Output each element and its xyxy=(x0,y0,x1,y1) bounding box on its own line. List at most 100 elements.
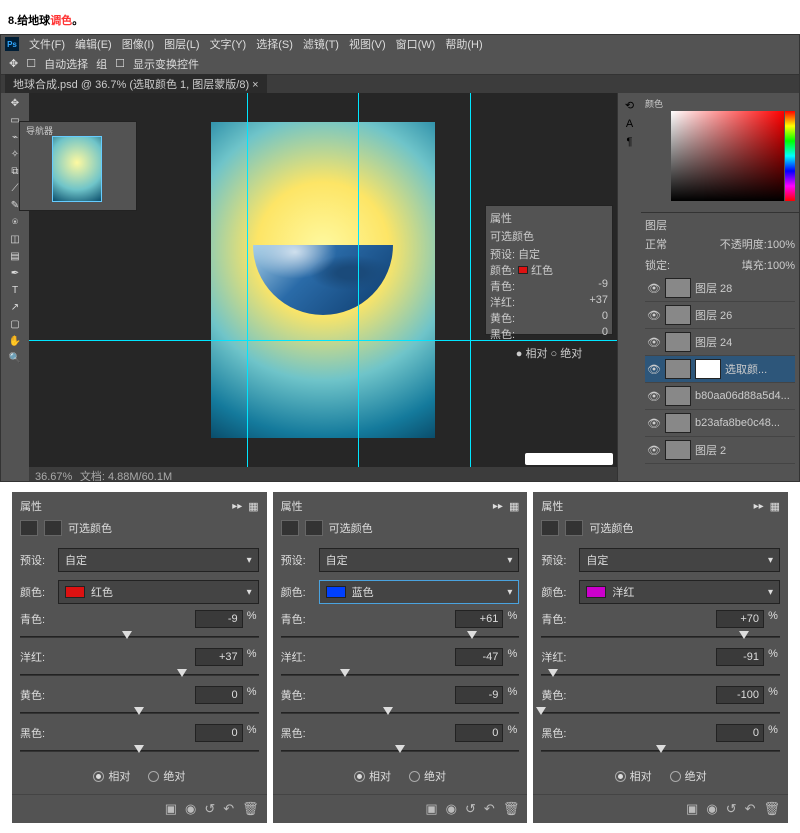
view-icon[interactable]: ◉ xyxy=(185,801,196,817)
layers-panel[interactable]: 图层 正常 不透明度:100% 锁定: 填充:100% 👁图层 28 👁图层 2… xyxy=(641,213,799,481)
slider-track[interactable] xyxy=(281,630,520,644)
absolute-radio[interactable]: 绝对 xyxy=(409,768,446,784)
layer-row[interactable]: 👁b23afa8be0c48... xyxy=(645,410,795,437)
reset-icon[interactable]: ↺ xyxy=(726,801,737,817)
color-select[interactable]: 蓝色▾ xyxy=(319,580,520,604)
menu-item[interactable]: 图像(I) xyxy=(122,36,154,52)
layer-row[interactable]: 👁图层 2 xyxy=(645,437,795,464)
pen-tool-icon[interactable]: ✒ xyxy=(4,265,26,281)
clip-icon[interactable]: ▣ xyxy=(686,801,698,817)
hand-tool-icon[interactable]: ✋ xyxy=(4,333,26,349)
relative-radio[interactable]: 相对 xyxy=(354,768,391,784)
layer-row[interactable]: 👁图层 28 xyxy=(645,275,795,302)
menu-item[interactable]: 文字(Y) xyxy=(210,36,247,52)
slider-track[interactable] xyxy=(20,668,259,682)
slider-track[interactable] xyxy=(20,630,259,644)
menu-item[interactable]: 帮助(H) xyxy=(445,36,482,52)
menu-item[interactable]: 图层(L) xyxy=(164,36,199,52)
clip-icon[interactable]: ▣ xyxy=(165,801,177,817)
layer-row[interactable]: 👁b80aa06d88a5d4... xyxy=(645,383,795,410)
panel-menu-icon[interactable]: ▦ xyxy=(509,500,519,513)
slider-value-input[interactable]: 0 xyxy=(195,724,243,742)
slider-thumb-icon[interactable] xyxy=(739,631,749,639)
menu-item[interactable]: 滤镜(T) xyxy=(303,36,339,52)
slider-thumb-icon[interactable] xyxy=(395,745,405,753)
text-tool-icon[interactable]: T xyxy=(4,282,26,298)
slider-value-input[interactable]: -47 xyxy=(455,648,503,666)
view-icon[interactable]: ◉ xyxy=(446,801,457,817)
preset-select[interactable]: 自定▾ xyxy=(319,548,520,572)
slider-thumb-icon[interactable] xyxy=(467,631,477,639)
slider-track[interactable] xyxy=(281,706,520,720)
zoom-tool-icon[interactable]: 🔍 xyxy=(4,350,26,366)
slider-value-input[interactable]: -91 xyxy=(716,648,764,666)
shape-tool-icon[interactable]: ▢ xyxy=(4,316,26,332)
trash-icon[interactable]: 🗑 xyxy=(764,801,781,817)
zoom-level[interactable]: 36.67% xyxy=(35,471,72,482)
guide-vertical[interactable] xyxy=(358,93,359,467)
guide-vertical[interactable] xyxy=(470,93,471,467)
move-tool-icon[interactable]: ✥ xyxy=(4,95,26,111)
slider-value-input[interactable]: +37 xyxy=(195,648,243,666)
slider-value-input[interactable]: 0 xyxy=(195,686,243,704)
slider-value-input[interactable]: +61 xyxy=(455,610,503,628)
path-tool-icon[interactable]: ↗ xyxy=(4,299,26,315)
layer-row[interactable]: 👁图层 24 xyxy=(645,329,795,356)
panel-menu-icon[interactable]: ▦ xyxy=(248,500,258,513)
guide-vertical[interactable] xyxy=(247,93,248,467)
slider-thumb-icon[interactable] xyxy=(177,669,187,677)
absolute-radio[interactable]: 绝对 xyxy=(148,768,185,784)
panel-menu-icon[interactable]: ▦ xyxy=(770,500,780,513)
slider-thumb-icon[interactable] xyxy=(134,745,144,753)
prev-icon[interactable]: ↶ xyxy=(484,801,495,817)
char-icon[interactable]: A xyxy=(626,118,633,130)
slider-thumb-icon[interactable] xyxy=(383,707,393,715)
trash-icon[interactable]: 🗑 xyxy=(242,801,259,817)
slider-track[interactable] xyxy=(281,744,520,758)
clip-icon[interactable]: ▣ xyxy=(425,801,437,817)
slider-thumb-icon[interactable] xyxy=(536,707,546,715)
relative-radio[interactable]: 相对 xyxy=(615,768,652,784)
view-icon[interactable]: ◉ xyxy=(706,801,717,817)
para-icon[interactable]: ¶ xyxy=(627,136,633,148)
collapse-icon[interactable]: ▸▸ xyxy=(493,501,503,512)
slider-track[interactable] xyxy=(541,706,780,720)
group-select[interactable]: 组 xyxy=(96,56,107,72)
absolute-radio[interactable]: 绝对 xyxy=(670,768,707,784)
slider-thumb-icon[interactable] xyxy=(656,745,666,753)
document-tab[interactable]: 地球合成.psd @ 36.7% (选取颜色 1, 图层蒙版/8) × xyxy=(5,74,267,94)
properties-floating-panel[interactable]: 属性 可选颜色 预设:自定 颜色:红色 青色:-9 洋红:+37 黄色:0 黑色… xyxy=(485,205,613,335)
slider-thumb-icon[interactable] xyxy=(134,707,144,715)
color-select[interactable]: 红色▾ xyxy=(58,580,259,604)
slider-value-input[interactable]: -100 xyxy=(716,686,764,704)
gradient-tool-icon[interactable]: ▤ xyxy=(4,248,26,264)
menu-item[interactable]: 编辑(E) xyxy=(75,36,112,52)
history-icon[interactable]: ⟲ xyxy=(625,99,634,112)
panel-tab[interactable]: 图层 xyxy=(645,217,795,233)
navigator-panel[interactable]: 导航器 xyxy=(19,121,137,211)
slider-track[interactable] xyxy=(541,630,780,644)
menu-item[interactable]: 视图(V) xyxy=(349,36,386,52)
slider-track[interactable] xyxy=(281,668,520,682)
slider-thumb-icon[interactable] xyxy=(340,669,350,677)
layer-row[interactable]: 👁选取颜... xyxy=(645,356,795,383)
slider-thumb-icon[interactable] xyxy=(122,631,132,639)
relative-radio[interactable]: 相对 xyxy=(93,768,130,784)
color-select[interactable]: 洋红▾ xyxy=(579,580,780,604)
eraser-tool-icon[interactable]: ◫ xyxy=(4,231,26,247)
preset-select[interactable]: 自定▾ xyxy=(579,548,780,572)
color-spectrum[interactable] xyxy=(671,111,784,201)
slider-track[interactable] xyxy=(20,744,259,758)
menu-item[interactable]: 文件(F) xyxy=(29,36,65,52)
slider-value-input[interactable]: 0 xyxy=(716,724,764,742)
menu-item[interactable]: 选择(S) xyxy=(256,36,293,52)
slider-track[interactable] xyxy=(541,744,780,758)
slider-value-input[interactable]: 0 xyxy=(455,724,503,742)
slider-track[interactable] xyxy=(541,668,780,682)
collapse-icon[interactable]: ▸▸ xyxy=(754,501,764,512)
navigator-thumbnail[interactable] xyxy=(52,136,102,202)
hue-strip[interactable] xyxy=(785,111,795,201)
collapse-icon[interactable]: ▸▸ xyxy=(232,501,242,512)
slider-track[interactable] xyxy=(20,706,259,720)
stamp-tool-icon[interactable]: ⍟ xyxy=(4,214,26,230)
